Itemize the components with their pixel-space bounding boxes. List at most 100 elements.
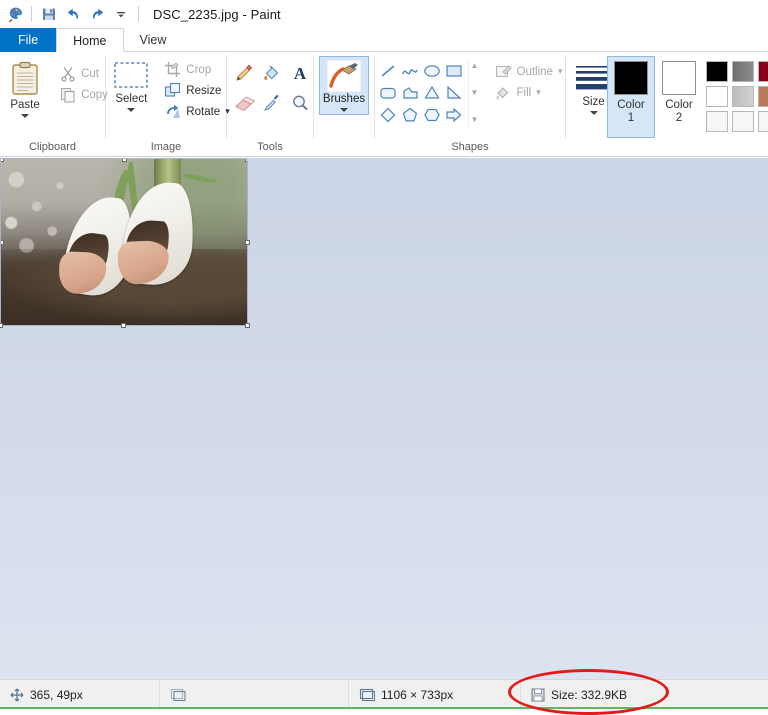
selection-handle-s[interactable]	[121, 323, 126, 328]
tab-file[interactable]: File	[0, 28, 57, 52]
status-image-size: 1106 × 733px	[349, 679, 521, 710]
shape-triangle[interactable]	[421, 82, 443, 104]
paste-button[interactable]: Paste	[0, 57, 52, 118]
palette-swatch-brown[interactable]	[758, 86, 768, 107]
shape-line[interactable]	[377, 60, 399, 82]
color-1-swatch[interactable]	[614, 61, 648, 95]
fill-icon	[495, 87, 508, 100]
titlebar-divider-2	[138, 6, 139, 22]
image-group-label: Image	[150, 141, 182, 153]
color-1-button[interactable]: Color 1	[607, 56, 655, 138]
shape-curve[interactable]	[399, 60, 421, 82]
paste-dropdown-caret[interactable]	[21, 114, 30, 118]
color-1-label: Color	[617, 99, 645, 111]
shapes-scroll-up-icon[interactable]: ▲	[471, 62, 479, 70]
ribbon-group-brushes: Brushes	[314, 52, 374, 157]
tools-group-label: Tools	[257, 141, 283, 153]
fill-button[interactable]: Fill ▾	[491, 82, 567, 103]
rotate-button[interactable]: Rotate ▾	[160, 101, 233, 122]
titlebar-divider-1	[31, 6, 32, 22]
size-label: Size	[582, 96, 605, 108]
size-group-label	[566, 139, 621, 157]
customize-quick-access-icon[interactable]	[109, 3, 133, 25]
selection-handle-se[interactable]	[245, 323, 250, 328]
crop-icon	[165, 62, 181, 77]
text-icon[interactable]: A	[287, 59, 313, 87]
crop-label: Crop	[186, 63, 212, 76]
photo-shoe-right	[117, 179, 197, 288]
selection-handle-sw[interactable]	[0, 323, 3, 328]
size-dropdown-caret[interactable]	[589, 111, 598, 115]
image-size-value: 1106 × 733px	[381, 687, 454, 702]
paint-window: DSC_2235.jpg - Paint File Home View Past…	[0, 0, 768, 715]
shape-oval[interactable]	[421, 60, 443, 82]
resize-button[interactable]: Resize	[160, 80, 233, 101]
rotate-icon	[167, 104, 181, 118]
brushes-label: Brushes	[322, 93, 366, 105]
cut-label: Cut	[81, 67, 99, 80]
palette-swatch-light-gray[interactable]	[732, 86, 754, 107]
ribbon-group-colors: Color 1 Color 2	[607, 52, 768, 157]
select-button[interactable]: Select	[104, 57, 158, 112]
shape-hexagon[interactable]	[421, 104, 443, 126]
selection-handle-nw[interactable]	[1, 159, 4, 162]
outline-button[interactable]: Outline ▾	[491, 61, 567, 82]
shape-right-arrow[interactable]	[443, 104, 465, 126]
crop-button[interactable]: Crop	[160, 59, 233, 80]
shapes-expand-icon[interactable]: ▼	[471, 116, 479, 124]
status-file-size: Size: 332.9KB	[521, 680, 768, 710]
selection-handle-ne[interactable]	[245, 159, 247, 162]
palette-swatch-black[interactable]	[706, 61, 728, 82]
select-dropdown-caret[interactable]	[127, 108, 136, 112]
outline-icon	[495, 65, 512, 78]
shape-rounded-rectangle[interactable]	[377, 82, 399, 104]
tab-home[interactable]: Home	[56, 28, 124, 52]
redo-icon[interactable]	[85, 3, 109, 25]
shape-right-triangle[interactable]	[443, 82, 465, 104]
palette-swatch-empty-1[interactable]	[706, 111, 728, 132]
outline-label: Outline	[516, 65, 553, 78]
canvas-workspace[interactable]	[0, 158, 768, 679]
title-bar: DSC_2235.jpg - Paint	[0, 0, 768, 28]
shapes-group-label: Shapes	[451, 141, 489, 153]
shape-diamond[interactable]	[377, 104, 399, 126]
rotate-label: Rotate	[186, 105, 221, 118]
color-picker-icon[interactable]	[259, 89, 285, 117]
selection-handle-w[interactable]	[1, 240, 4, 245]
color-2-swatch[interactable]	[662, 61, 696, 95]
select-label: Select	[115, 93, 148, 105]
shape-pentagon[interactable]	[399, 104, 421, 126]
selection-handle-e[interactable]	[245, 240, 250, 245]
shape-polygon[interactable]	[399, 82, 421, 104]
palette-swatch-white[interactable]	[706, 86, 728, 107]
outline-dropdown-caret[interactable]: ▾	[558, 66, 563, 77]
color-1-index: 1	[627, 112, 635, 124]
selection-handle-n[interactable]	[122, 159, 127, 162]
image-canvas[interactable]	[0, 158, 248, 326]
select-icon	[114, 62, 148, 88]
pencil-icon[interactable]	[231, 59, 257, 87]
color-2-label: Color	[665, 99, 693, 111]
palette-swatch-empty-3[interactable]	[758, 111, 768, 132]
eraser-icon[interactable]	[231, 89, 257, 117]
shapes-scroll-bar[interactable]: ▲ ▼ ▼	[467, 60, 481, 126]
brushes-dropdown-caret[interactable]	[340, 108, 348, 112]
fill-with-color-icon[interactable]	[259, 59, 285, 87]
svg-text:A: A	[294, 64, 307, 83]
window-title: DSC_2235.jpg - Paint	[153, 6, 281, 22]
fill-dropdown-caret[interactable]: ▾	[536, 87, 541, 98]
color-2-button[interactable]: Color 2	[655, 56, 703, 138]
palette-swatch-empty-2[interactable]	[732, 111, 754, 132]
save-icon[interactable]	[37, 3, 61, 25]
shape-rectangle[interactable]	[443, 60, 465, 82]
shapes-scroll-down-icon[interactable]: ▼	[471, 89, 479, 97]
fill-label: Fill	[516, 86, 532, 99]
palette-swatch-dark-red[interactable]	[758, 61, 768, 82]
ribbon-group-image: Select Crop Resize Rotate ▾ Image	[104, 52, 230, 157]
magnifier-icon[interactable]	[287, 89, 313, 117]
palette-swatch-gray[interactable]	[732, 61, 754, 82]
brushes-button[interactable]: Brushes	[319, 56, 369, 115]
ribbon-tabs: File Home View	[0, 28, 768, 52]
tab-view[interactable]: View	[124, 28, 183, 52]
undo-icon[interactable]	[61, 3, 85, 25]
